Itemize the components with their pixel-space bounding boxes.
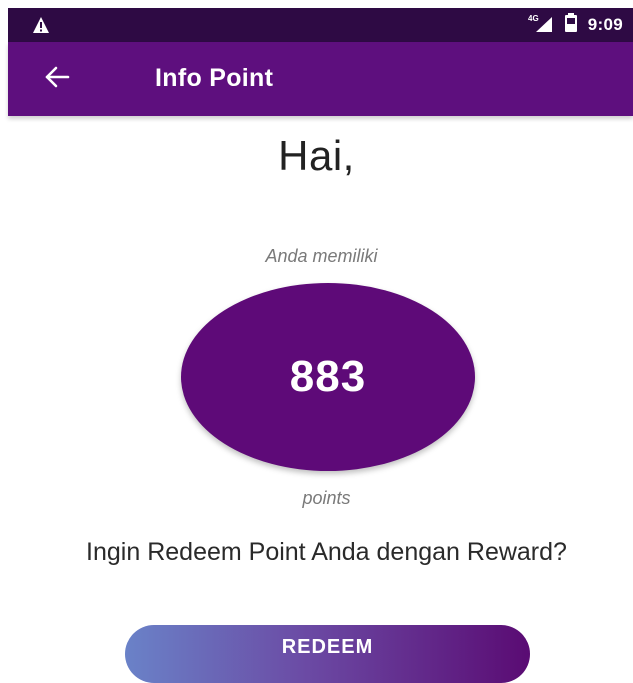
back-arrow-icon xyxy=(44,66,70,93)
greeting-text: Hai, xyxy=(278,132,355,179)
network-label: 4G xyxy=(528,14,539,23)
status-time: 9:09 xyxy=(587,15,623,34)
back-button[interactable] xyxy=(40,62,74,96)
points-value: 883 xyxy=(289,352,367,401)
status-bar: 4G 9:09 xyxy=(8,8,633,42)
redeem-button[interactable]: REDEEM xyxy=(125,625,530,683)
points-unit-label: points xyxy=(302,488,351,508)
signal-icon: 4G xyxy=(528,13,554,38)
app-bar: Info Point xyxy=(8,42,633,116)
battery-icon xyxy=(564,12,578,38)
warning-icon xyxy=(32,16,50,34)
redeem-question-text: Ingin Redeem Point Anda dengan Reward? xyxy=(86,538,567,566)
status-icons: 4G 9:09 xyxy=(528,12,623,38)
points-intro-text: Anda memiliki xyxy=(265,246,378,266)
page-title: Info Point xyxy=(155,64,274,92)
points-circle: 883 xyxy=(181,283,475,471)
